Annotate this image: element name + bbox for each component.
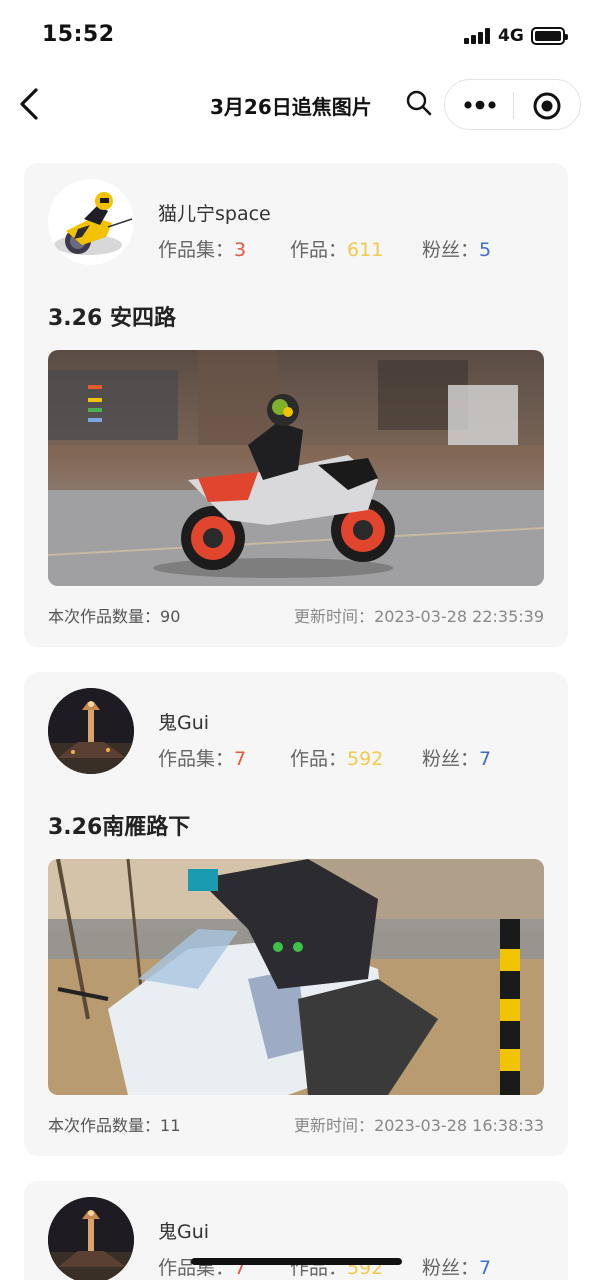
network-type: 4G (498, 26, 524, 46)
fans-count: 5 (479, 239, 492, 261)
update-time-value: 2023-03-28 22:35:39 (374, 607, 544, 626)
battery-icon (531, 27, 568, 45)
albums-label: 作品集： (158, 748, 235, 770)
motorcycle-photo (48, 350, 544, 586)
photo-count: 本次作品数量：90 (48, 603, 180, 627)
fans-label: 粉丝： (422, 748, 480, 770)
photo-count-label: 本次作品数量： (48, 1116, 161, 1135)
photo-count-value: 11 (160, 1116, 181, 1135)
night-pagoda-icon (48, 1197, 134, 1280)
motorcycle-photo (48, 859, 544, 1095)
more-button[interactable] (463, 94, 497, 116)
mini-program-capsule (444, 79, 581, 130)
post-photo[interactable] (48, 350, 544, 586)
photo-count-value: 90 (160, 607, 181, 626)
fans-count: 7 (479, 748, 492, 770)
user-avatar[interactable] (48, 179, 134, 265)
user-avatar[interactable] (48, 1197, 134, 1280)
fans-label: 粉丝： (422, 239, 480, 261)
fans-count: 7 (479, 1257, 492, 1279)
post-card[interactable]: 鬼Gui 作品集：7 作品：592 粉丝：7 3.26南雁路下 本次作品数量：1… (24, 672, 568, 1156)
nav-bar: 3月26日追焦图片 (0, 72, 592, 138)
works-label: 作品： (290, 748, 348, 770)
works-label: 作品： (290, 239, 348, 261)
update-time: 更新时间：2023-03-28 16:38:33 (294, 1112, 544, 1136)
status-bar: 15:52 4G (0, 0, 592, 72)
chevron-left-icon (20, 88, 38, 120)
status-time: 15:52 (42, 22, 115, 47)
target-icon (533, 92, 561, 120)
post-card[interactable]: 猫儿宁space 作品集：3 作品：611 粉丝：5 3.26 安四路 本次作品… (24, 163, 568, 647)
search-icon (406, 90, 432, 116)
signal-icon (464, 28, 492, 44)
update-time-label: 更新时间： (294, 1116, 375, 1135)
works-count: 611 (347, 239, 384, 261)
fans-label: 粉丝： (422, 1257, 480, 1279)
night-pagoda-icon (48, 688, 134, 774)
works-count: 592 (347, 748, 384, 770)
user-name[interactable]: 鬼Gui (158, 1217, 209, 1244)
back-button[interactable] (14, 84, 48, 124)
albums-count: 3 (234, 239, 247, 261)
close-mini-program-button[interactable] (532, 91, 562, 121)
update-time-value: 2023-03-28 16:38:33 (374, 1116, 544, 1135)
home-indicator[interactable] (191, 1258, 402, 1265)
user-name[interactable]: 鬼Gui (158, 708, 209, 735)
user-name[interactable]: 猫儿宁space (158, 199, 271, 226)
post-card[interactable]: 鬼Gui 作品集：7 作品：592 粉丝：7 (24, 1181, 568, 1280)
albums-count: 7 (234, 748, 247, 770)
post-title: 3.26 安四路 (48, 306, 176, 331)
update-time: 更新时间：2023-03-28 22:35:39 (294, 603, 544, 627)
post-photo[interactable] (48, 859, 544, 1095)
page-title: 3月26日追焦图片 (210, 95, 372, 119)
post-title: 3.26南雁路下 (48, 815, 191, 840)
more-dots-icon (464, 100, 496, 110)
yellow-motorcycle-rider-icon (54, 192, 133, 255)
photo-count: 本次作品数量：11 (48, 1112, 180, 1136)
photo-count-label: 本次作品数量： (48, 607, 161, 626)
search-button[interactable] (404, 88, 434, 118)
user-avatar[interactable] (48, 688, 134, 774)
albums-label: 作品集： (158, 239, 235, 261)
update-time-label: 更新时间： (294, 607, 375, 626)
capsule-divider (513, 92, 514, 119)
